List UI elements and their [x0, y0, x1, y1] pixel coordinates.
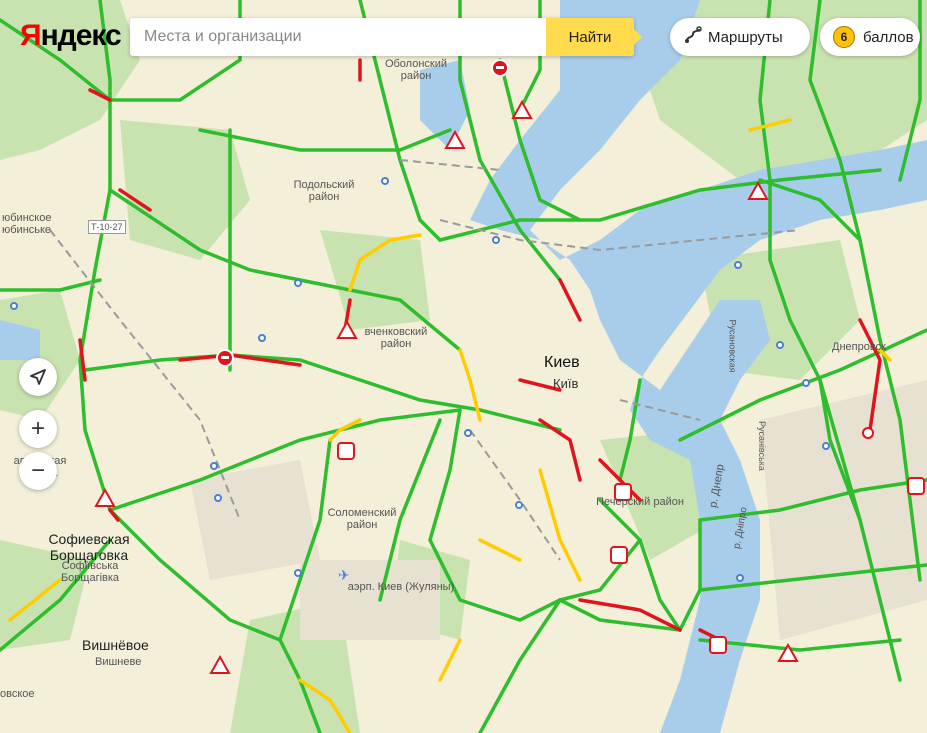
yandex-logo[interactable]: Яндекс — [20, 18, 122, 54]
routes-button[interactable]: Маршруты — [670, 18, 810, 56]
label-airport: аэрп. Киев (Жуляны) — [347, 581, 455, 593]
label-kyiv-ua: Київ — [553, 376, 579, 391]
label-lyubinske: юбинське — [2, 224, 52, 236]
points-badge: 6 — [833, 26, 855, 48]
accident-icon[interactable] — [709, 636, 727, 654]
accident-icon[interactable] — [907, 477, 925, 495]
label-rusanovka: Русановская — [727, 319, 738, 373]
label-sofiivska: Софіївська Борщагівка — [60, 560, 120, 584]
label-boyarka: овское — [0, 688, 35, 700]
locate-button[interactable] — [19, 358, 57, 396]
label-vishneve: Вишнёвое — [82, 637, 149, 653]
incident-dot-icon[interactable] — [862, 427, 874, 439]
accident-icon[interactable] — [610, 546, 628, 564]
label-pechersk: Печерский район — [596, 496, 684, 508]
points-button[interactable]: 6 баллов — [820, 18, 920, 56]
route-icon — [684, 25, 702, 49]
label-kyiv: Киев — [544, 354, 580, 371]
search-button[interactable]: Найти — [546, 18, 642, 56]
zoom-in-button[interactable]: + — [19, 410, 57, 448]
accident-icon[interactable] — [337, 442, 355, 460]
label-obolon: Оболонский район — [384, 58, 448, 82]
label-vyshneve: Вишневе — [95, 656, 142, 668]
label-dnipro: Днепровск — [832, 341, 886, 353]
search-input[interactable] — [130, 18, 546, 56]
points-label: баллов — [863, 28, 914, 46]
logo-rest: ндекс — [40, 19, 122, 52]
label-lyubinskoe: юбинское — [2, 212, 52, 224]
locate-icon — [30, 369, 46, 385]
search-bar: Найти — [130, 18, 642, 56]
traffic-map[interactable]: ✈ — [0, 0, 927, 733]
label-rusanivska: Русанівська — [756, 421, 767, 471]
logo-first-letter: Я — [20, 19, 42, 52]
routes-label: Маршруты — [708, 28, 783, 46]
label-solomyansky: Соломенский район — [327, 507, 397, 531]
zoom-out-button[interactable]: − — [19, 452, 57, 490]
label-sofievska: Софиевская Борщаговка — [48, 531, 130, 563]
road-code-badge: Т-10-27 — [88, 220, 126, 234]
label-podil: Подольский район — [293, 179, 355, 203]
label-shevchenko: вченковский район — [364, 326, 428, 350]
